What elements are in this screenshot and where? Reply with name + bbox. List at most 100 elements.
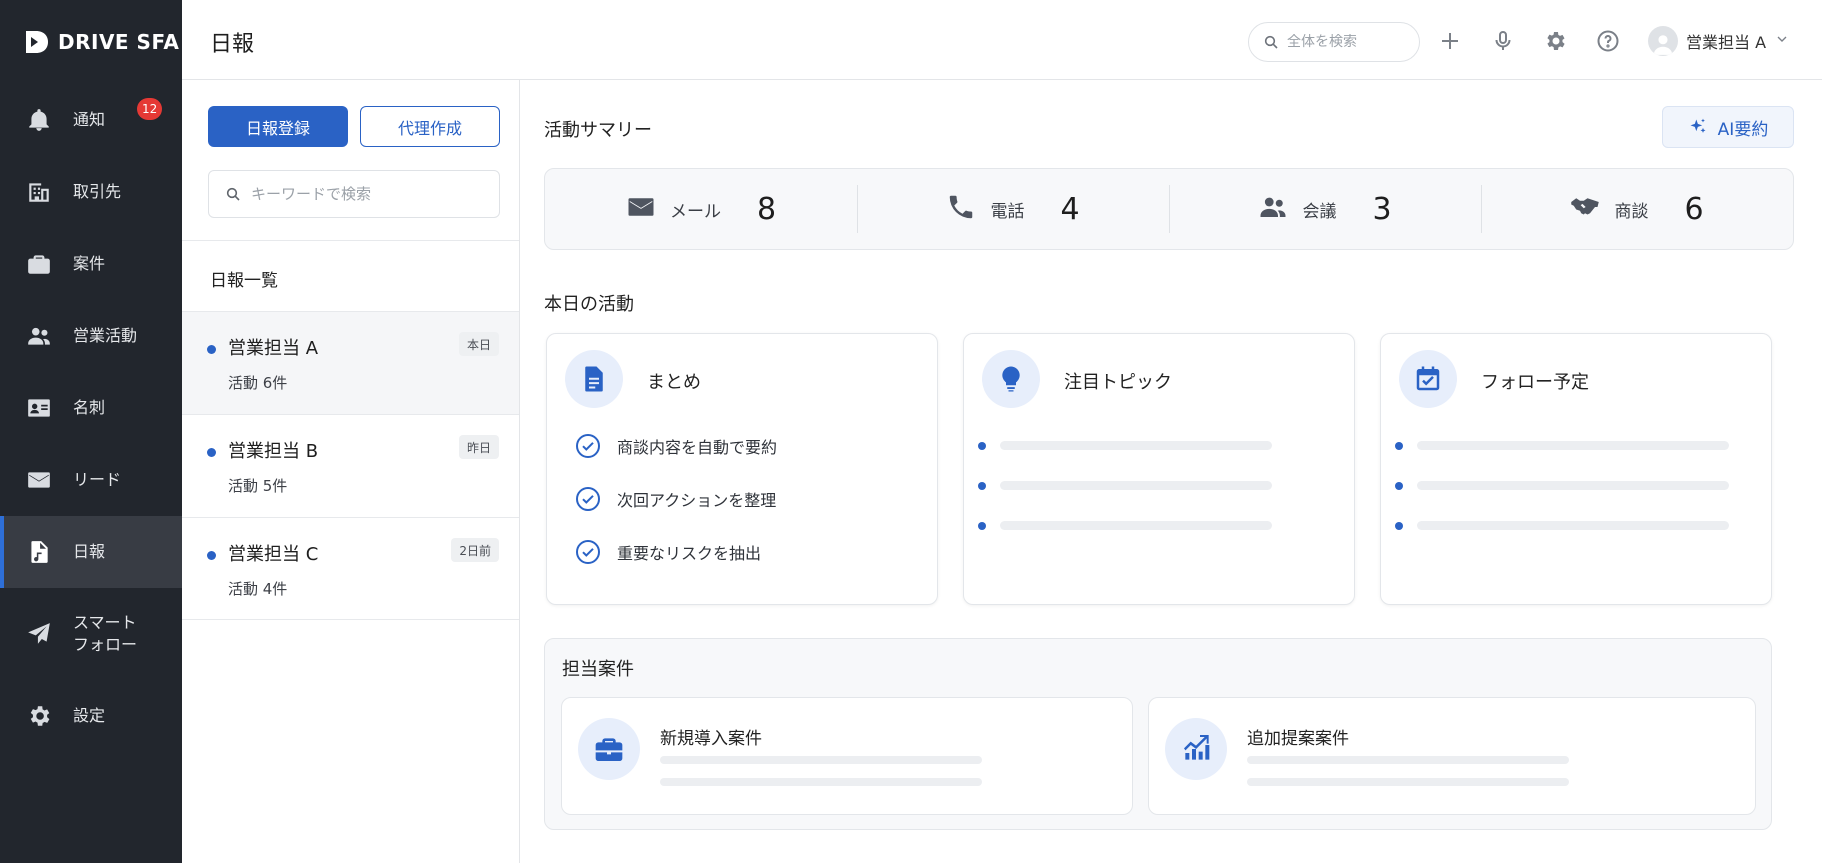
card-title: まとめ bbox=[647, 372, 701, 393]
sidebar-item-label: 名刺 bbox=[73, 397, 106, 417]
main-content: 活動サマリー AI要約 メール 8 電話 4 会議 3 商談 6 本日の活動 ま… bbox=[520, 80, 1822, 863]
create-daily-report-button[interactable]: 日報登録 bbox=[208, 106, 348, 147]
add-button[interactable] bbox=[1437, 28, 1463, 54]
settings-button[interactable] bbox=[1542, 28, 1568, 54]
sidebar-item-label: スマート フォロー bbox=[73, 612, 138, 654]
lightbulb-icon bbox=[982, 350, 1040, 408]
activity-summary-card: メール 8 電話 4 会議 3 商談 6 bbox=[544, 168, 1794, 250]
sidebar-item-label: 取引先 bbox=[73, 181, 122, 201]
app-logo[interactable]: DRIVE SFA bbox=[0, 0, 182, 84]
page-title: 日報 bbox=[210, 32, 255, 57]
list-item-name: 営業担当 C bbox=[228, 544, 319, 565]
people-icon bbox=[1258, 192, 1288, 226]
growth-chart-icon bbox=[1165, 718, 1227, 780]
list-item[interactable]: 営業担当 A 活動 6件 本日 bbox=[182, 311, 519, 414]
deal-card-upsell[interactable]: 追加提案案件 bbox=[1148, 697, 1756, 815]
sidebar-item-label: 設定 bbox=[73, 705, 106, 725]
checklist-item: 商談内容を自動で要約 bbox=[575, 433, 777, 459]
document-icon bbox=[565, 350, 623, 408]
checklist-item: 重要なリスクを抽出 bbox=[575, 539, 761, 565]
search-icon bbox=[1264, 35, 1278, 49]
sidebar-item-settings[interactable]: 設定 bbox=[0, 680, 182, 752]
deal-title: 新規導入案件 bbox=[660, 729, 762, 749]
sidebar-item-label: 営業活動 bbox=[73, 325, 138, 345]
date-badge: 2日前 bbox=[451, 538, 499, 562]
microphone-icon bbox=[1495, 31, 1511, 50]
activity-summary-title: 活動サマリー bbox=[544, 120, 652, 141]
mail-icon bbox=[626, 192, 656, 226]
date-badge: 昨日 bbox=[458, 435, 499, 459]
global-search-input[interactable] bbox=[1287, 34, 1417, 50]
contact-card-icon bbox=[25, 394, 53, 422]
list-item[interactable]: 営業担当 C 活動 4件 2日前 bbox=[182, 517, 519, 620]
card-title: フォロー予定 bbox=[1481, 372, 1589, 393]
sidebar-item-label: 案件 bbox=[73, 253, 106, 273]
deal-title: 追加提案案件 bbox=[1247, 729, 1349, 749]
sidebar: DRIVE SFA 通知 12 取引先 案件 営業活動 名刺 リード 日報 スマ… bbox=[0, 0, 182, 863]
stat-value: 4 bbox=[1060, 191, 1080, 227]
sidebar-item-accounts[interactable]: 取引先 bbox=[0, 156, 182, 228]
summary-card: まとめ 商談内容を自動で要約 次回アクションを整理 重要なリスクを抽出 bbox=[546, 333, 938, 605]
sidebar-item-smart-follow[interactable]: スマート フォロー bbox=[0, 588, 182, 680]
user-avatar-icon bbox=[1653, 35, 1673, 55]
stat-value: 6 bbox=[1684, 191, 1704, 227]
global-search[interactable] bbox=[1248, 22, 1420, 62]
list-item[interactable]: 営業担当 B 活動 5件 昨日 bbox=[182, 414, 519, 517]
card-title: 注目トピック bbox=[1064, 372, 1172, 393]
check-circle-icon bbox=[576, 434, 600, 458]
voice-input-button[interactable] bbox=[1490, 28, 1516, 54]
placeholder-line bbox=[1395, 481, 1729, 490]
sidebar-item-notifications[interactable]: 通知 12 bbox=[0, 84, 182, 156]
sidebar-item-sales-activity[interactable]: 営業活動 bbox=[0, 300, 182, 372]
paper-plane-icon bbox=[25, 620, 53, 648]
placeholder-line bbox=[978, 481, 1272, 490]
drive-logo-icon bbox=[26, 31, 48, 53]
chevron-down-icon bbox=[1774, 31, 1790, 51]
checklist-item-label: 商談内容を自動で要約 bbox=[617, 438, 778, 457]
bell-icon bbox=[25, 106, 53, 134]
list-heading: 日報一覧 bbox=[210, 271, 278, 291]
list-item-name: 営業担当 B bbox=[228, 441, 319, 462]
keyword-search[interactable] bbox=[208, 170, 500, 218]
calendar-check-icon bbox=[1399, 350, 1457, 408]
handshake-icon bbox=[1570, 192, 1600, 226]
ai-summary-label: AI要約 bbox=[1717, 119, 1769, 140]
check-circle-icon bbox=[576, 540, 600, 564]
phone-icon bbox=[946, 192, 976, 226]
today-activity-title: 本日の活動 bbox=[544, 294, 634, 315]
checklist-item-label: 重要なリスクを抽出 bbox=[617, 544, 762, 563]
stat-phone: 電話 4 bbox=[857, 169, 1169, 249]
deal-card-new[interactable]: 新規導入案件 bbox=[561, 697, 1133, 815]
daily-report-icon bbox=[25, 538, 53, 566]
date-badge: 本日 bbox=[458, 332, 499, 356]
user-menu[interactable]: 営業担当 A bbox=[1648, 24, 1790, 58]
follow-up-card: フォロー予定 bbox=[1380, 333, 1772, 605]
top-header: 日報 営業担当 A bbox=[182, 0, 1822, 80]
proxy-create-button[interactable]: 代理作成 bbox=[360, 106, 500, 147]
unread-dot bbox=[207, 345, 216, 354]
placeholder-line bbox=[1395, 521, 1729, 530]
search-icon bbox=[226, 187, 240, 201]
sparkle-icon bbox=[1690, 118, 1706, 133]
placeholder-line bbox=[978, 441, 1272, 450]
stat-label: 電話 bbox=[990, 201, 1025, 222]
placeholder-line bbox=[660, 756, 982, 764]
sidebar-item-leads[interactable]: リード bbox=[0, 444, 182, 516]
unread-dot bbox=[207, 448, 216, 457]
help-button[interactable] bbox=[1595, 28, 1621, 54]
sidebar-item-deals[interactable]: 案件 bbox=[0, 228, 182, 300]
daily-report-list: 営業担当 A 活動 6件 本日 営業担当 B 活動 5件 昨日 営業担当 C 活… bbox=[182, 311, 519, 620]
keyword-search-input[interactable] bbox=[251, 185, 491, 203]
notification-count-badge: 12 bbox=[137, 98, 163, 120]
assigned-deals-title: 担当案件 bbox=[562, 659, 634, 680]
briefcase-icon bbox=[25, 250, 53, 278]
sidebar-item-label: 通知 bbox=[73, 109, 106, 129]
list-item-activity-count: 活動 6件 bbox=[228, 374, 288, 392]
sidebar-item-business-cards[interactable]: 名刺 bbox=[0, 372, 182, 444]
people-icon bbox=[25, 322, 53, 350]
stat-value: 3 bbox=[1372, 191, 1392, 227]
building-icon bbox=[25, 178, 53, 206]
ai-summary-button[interactable]: AI要約 bbox=[1662, 106, 1794, 148]
user-name: 営業担当 A bbox=[1686, 33, 1767, 52]
sidebar-item-daily-report[interactable]: 日報 bbox=[0, 516, 182, 588]
